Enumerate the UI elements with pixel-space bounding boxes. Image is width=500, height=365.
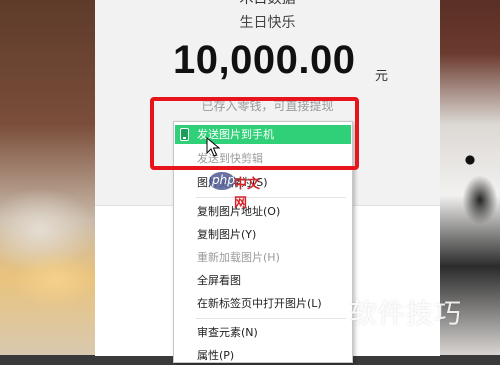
sender-name: 木目数据 [95, 0, 440, 8]
menu-item-label: 属性(P) [197, 349, 235, 362]
menu-item-reload-image[interactable]: 重新加载图片(H) [175, 248, 351, 267]
menu-item-open-in-new-tab[interactable]: 在新标签页中打开图片(L) [175, 294, 351, 313]
mouse-pointer-icon [206, 137, 220, 157]
menu-item-inspect-element[interactable]: 审查元素(N) [175, 323, 351, 342]
menu-item-label: 复制图片(Y) [197, 228, 257, 241]
menu-item-label: 在新标签页中打开图片(L) [197, 297, 322, 310]
amount-value: 10,000.00 [173, 38, 356, 82]
background-photo-left [0, 0, 95, 355]
annotation-highlight-box [150, 97, 359, 170]
menu-item-copy-image[interactable]: 复制图片(Y) [175, 225, 351, 244]
menu-item-fullscreen-view[interactable]: 全屏看图 [175, 271, 351, 290]
menu-item-label: 重新加载图片(H) [197, 251, 280, 264]
menu-separator [196, 197, 346, 198]
menu-separator [196, 318, 346, 319]
php-watermark: php 中文网 [209, 172, 264, 211]
php-site-text: 中文网 [234, 177, 261, 211]
php-logo-text: php [212, 173, 235, 187]
menu-item-label: 审查元素(N) [197, 326, 258, 339]
greeting-text: 生日快乐 [239, 15, 296, 31]
currency-unit: 元 [375, 69, 389, 84]
menu-item-label: 全屏看图 [197, 274, 241, 287]
tips-watermark: 软件技巧 [350, 299, 462, 330]
menu-item-properties[interactable]: 属性(P) [175, 346, 351, 365]
